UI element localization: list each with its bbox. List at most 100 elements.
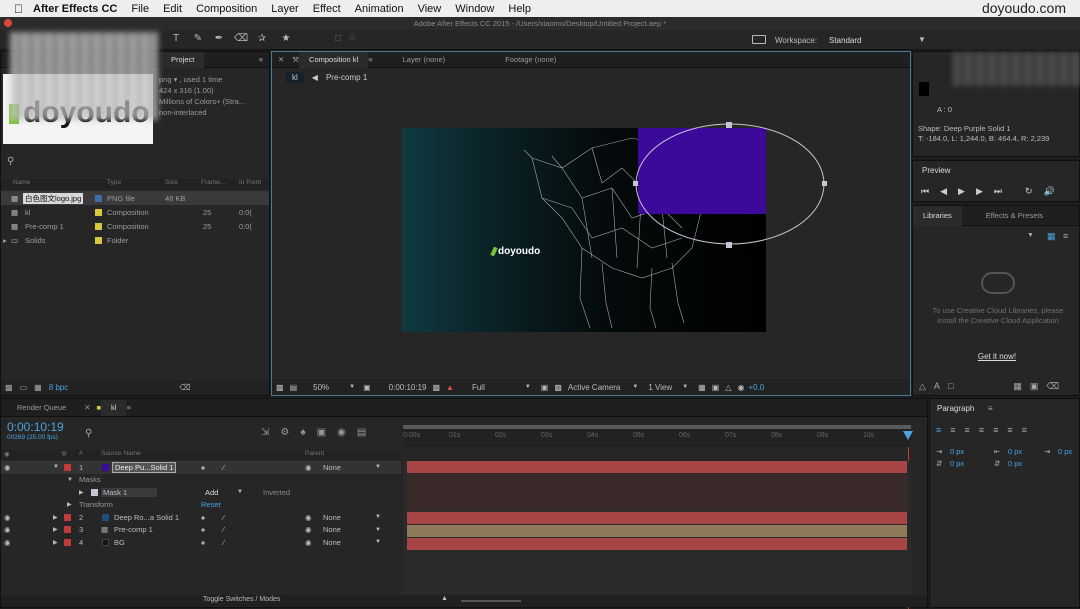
lock-col-icon[interactable]: ⚒ [61, 450, 67, 458]
label-color[interactable] [64, 526, 71, 534]
interpret-icon[interactable]: ▩ [5, 383, 13, 392]
eye-icon[interactable]: ◉ [4, 525, 11, 534]
parent-select[interactable]: None [323, 513, 341, 522]
list-view-icon[interactable]: ≡ [1063, 231, 1068, 241]
zoom-slider[interactable] [461, 600, 521, 602]
apple-icon[interactable]:  [14, 2, 23, 16]
brush-tool-icon[interactable]: ✒ [213, 33, 225, 45]
grid-icon[interactable]: ▤ [290, 383, 298, 392]
shy-switch-icon[interactable]: ♠ [201, 463, 205, 472]
menu-layer[interactable]: Layer [271, 3, 299, 15]
justify-right-icon[interactable]: ≡ [1007, 425, 1012, 435]
transparency-icon[interactable]: ▩ [554, 383, 562, 392]
pin-tool-icon[interactable]: ★ [280, 33, 292, 45]
delete-icon[interactable]: ⌫ [1046, 381, 1059, 392]
exposure-value[interactable]: +0.0 [748, 383, 764, 392]
mask-row[interactable]: ▶ Mask 1 Add ▼ Inverted [1, 486, 401, 499]
sync-icon[interactable]: ▣ [1030, 381, 1039, 392]
layer-row-4[interactable]: ◉ ▶ 4 BG ♠ ∕ ◉ None ▼ [1, 536, 401, 549]
workspace-icon[interactable] [752, 35, 766, 44]
work-area-bar[interactable] [403, 425, 911, 429]
parent-pick-icon[interactable]: ◉ [305, 538, 312, 547]
reset-link[interactable]: Reset [201, 500, 221, 509]
inverted-checkbox[interactable]: Inverted [263, 488, 290, 497]
eye-icon[interactable]: ◉ [4, 450, 10, 458]
search-icon[interactable]: ⚲ [7, 156, 14, 167]
shy-icon[interactable]: ♠ [300, 427, 305, 438]
tab-effects[interactable]: Effects & Presets [976, 206, 1053, 226]
shy-switch-icon[interactable]: ♠ [201, 525, 205, 534]
chevron-down-icon[interactable]: ▼ [375, 464, 381, 470]
shy-switch-icon[interactable]: ♠ [201, 538, 205, 547]
pen-tool-icon[interactable]: ✎ [192, 33, 204, 45]
list-item[interactable]: ▦ Pre-comp 1 Composition 25 0:0( [1, 219, 269, 233]
time-ruler[interactable]: 0:00s 01s 02s 03s 04s 05s 06s 07s 08s 09s 10s [403, 425, 913, 447]
parent-pick-icon[interactable]: ◉ [305, 525, 312, 534]
menu-view[interactable]: View [418, 3, 442, 15]
chevron-down-icon[interactable]: ▼ [375, 539, 381, 545]
chevron-down-icon[interactable]: ▼ [632, 384, 638, 390]
list-item[interactable]: ▸ ▭ Solids Folder [1, 233, 269, 247]
tab-menu-icon[interactable]: ≡ [368, 55, 372, 64]
comp-mini-icon[interactable]: ⇲ [261, 427, 269, 438]
draft-3d-icon[interactable]: ⚙ [280, 427, 289, 438]
indent-first-value[interactable]: 0 px [1058, 447, 1072, 456]
twirl-closed-icon[interactable]: ▶ [53, 514, 58, 521]
chevron-down-icon[interactable]: ▼ [237, 489, 243, 495]
indent-right-value[interactable]: 0 px [1008, 447, 1022, 456]
close-window-icon[interactable] [4, 19, 12, 27]
graph-editor-icon[interactable]: ▤ [357, 427, 366, 438]
tab-libraries[interactable]: Libraries [913, 205, 962, 226]
timecode-display[interactable]: 0:00:10:19 [389, 383, 427, 392]
quality-switch-icon[interactable]: ∕ [223, 538, 224, 547]
color-theme-icon[interactable]: ▦ [1013, 381, 1022, 392]
list-item[interactable]: ▦ kl Composition 25 0:0( [1, 205, 269, 219]
menu-file[interactable]: File [131, 3, 149, 15]
region-icon[interactable]: ▩ [276, 383, 284, 392]
layer-row-3[interactable]: ◉ ▶ 3 ▦ Pre-comp 1 ♠ ∕ ◉ None ▼ [1, 524, 401, 537]
parent-select[interactable]: None [323, 525, 341, 534]
track-bar-1[interactable] [407, 461, 907, 473]
justify-center-icon[interactable]: ≡ [993, 425, 998, 435]
col-frame[interactable]: Frame... [201, 179, 225, 186]
toggle-switches-button[interactable]: Toggle Switches / Modes [203, 596, 280, 603]
label-color[interactable] [64, 513, 71, 521]
parent-select[interactable]: None [323, 463, 341, 472]
tab-composition[interactable]: Composition kl [299, 51, 369, 68]
resolution-select[interactable]: Full [472, 383, 485, 392]
menu-animation[interactable]: Animation [355, 3, 404, 15]
mask-name[interactable]: Mask 1 [101, 487, 158, 497]
tab-project[interactable]: Project [161, 51, 205, 68]
fit-icon[interactable]: ▣ [363, 383, 371, 392]
flowchart-icon[interactable]: △ [725, 383, 731, 392]
zoom-select[interactable]: 50% [313, 383, 329, 392]
parent-select[interactable]: None [323, 538, 341, 547]
quality-switch-icon[interactable]: ∕ [223, 525, 224, 534]
get-it-now-link[interactable]: Get it now! [913, 352, 1080, 361]
twirl-open-icon[interactable]: ▼ [53, 464, 59, 470]
col-type[interactable]: Type [107, 179, 121, 186]
shy-switch-icon[interactable]: ♠ [201, 513, 205, 522]
roto-tool-icon[interactable]: ✰ [256, 33, 268, 45]
align-right-icon[interactable]: ≡ [965, 425, 970, 435]
first-frame-icon[interactable]: ⏮ [921, 186, 929, 197]
parent-pick-icon[interactable]: ◉ [305, 513, 312, 522]
twirl-closed-icon[interactable]: ▶ [53, 526, 58, 533]
layer-name[interactable]: BG [114, 538, 125, 547]
workspace-select[interactable]: Standard [829, 36, 861, 45]
col-parent[interactable]: Parent [305, 450, 324, 457]
comp-viewer[interactable]: doyoudo [273, 86, 909, 376]
track-bar-4[interactable] [407, 538, 907, 550]
reset-exposure-icon[interactable]: ◉ [737, 383, 744, 392]
chevron-down-icon[interactable]: ▼ [682, 384, 688, 390]
close-tab-icon[interactable]: ✕ [278, 55, 284, 64]
col-inpoint[interactable]: In Point [239, 179, 261, 186]
label-color[interactable] [64, 538, 71, 546]
menu-help[interactable]: Help [508, 3, 531, 15]
twirl-open-icon[interactable]: ▼ [67, 477, 73, 483]
chevron-down-icon[interactable]: ▼ [1027, 232, 1034, 239]
align-center-icon[interactable]: ≡ [950, 425, 955, 435]
tab-menu-icon[interactable]: ≡ [126, 403, 130, 412]
chevron-down-icon[interactable]: ▼ [375, 514, 381, 520]
next-frame-icon[interactable]: ▶ [976, 186, 983, 197]
